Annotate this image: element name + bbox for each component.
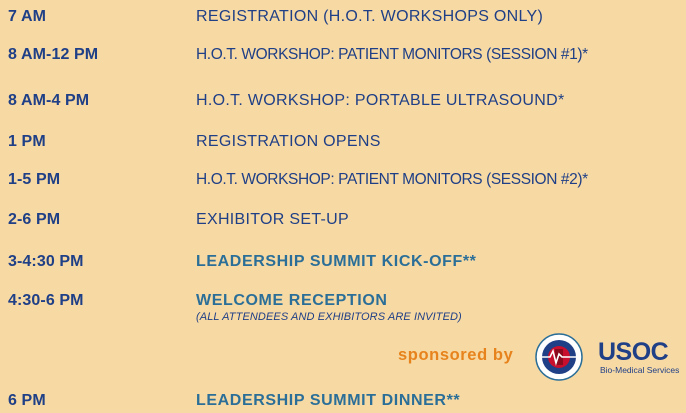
schedule-event: WELCOME RECEPTION [196, 292, 388, 309]
schedule-event: EXHIBITOR SET-UP [196, 211, 349, 228]
schedule-event: LEADERSHIP SUMMIT KICK-OFF** [196, 253, 477, 270]
schedule-event: REGISTRATION (H.O.T. WORKSHOPS ONLY) [196, 8, 544, 25]
schedule-time: 2-6 PM [8, 211, 61, 228]
sponsor-label: sponsored by [398, 346, 514, 364]
schedule-time: 4:30-6 PM [8, 292, 84, 309]
schedule-time: 1 PM [8, 133, 46, 150]
schedule-time: 8 AM-12 PM [8, 46, 99, 63]
schedule-event: H.O.T. WORKSHOP: PATIENT MONITORS (SESSI… [196, 171, 588, 188]
sponsor-block: sponsored by USOC Bio-Medical Services [398, 333, 686, 382]
event-schedule: 7 AM REGISTRATION (H.O.T. WORKSHOPS ONLY… [0, 0, 686, 413]
schedule-event: LEADERSHIP SUMMIT DINNER** [196, 392, 461, 409]
schedule-time: 7 AM [8, 8, 47, 25]
usoc-logo-icon [535, 333, 583, 381]
schedule-time: 6 PM [8, 392, 46, 409]
schedule-time: 8 AM-4 PM [8, 92, 90, 109]
schedule-event-note: (ALL ATTENDEES AND EXHIBITORS ARE INVITE… [196, 311, 462, 323]
schedule-event: H.O.T. WORKSHOP: PATIENT MONITORS (SESSI… [196, 46, 588, 63]
schedule-event: REGISTRATION OPENS [196, 133, 381, 150]
usoc-logo-subtext: Bio-Medical Services [600, 365, 680, 375]
usoc-logo-text: USOC [598, 338, 669, 366]
schedule-event: H.O.T. WORKSHOP: PORTABLE ULTRASOUND* [196, 92, 565, 109]
schedule-time: 3-4:30 PM [8, 253, 84, 270]
schedule-time: 1-5 PM [8, 171, 61, 188]
